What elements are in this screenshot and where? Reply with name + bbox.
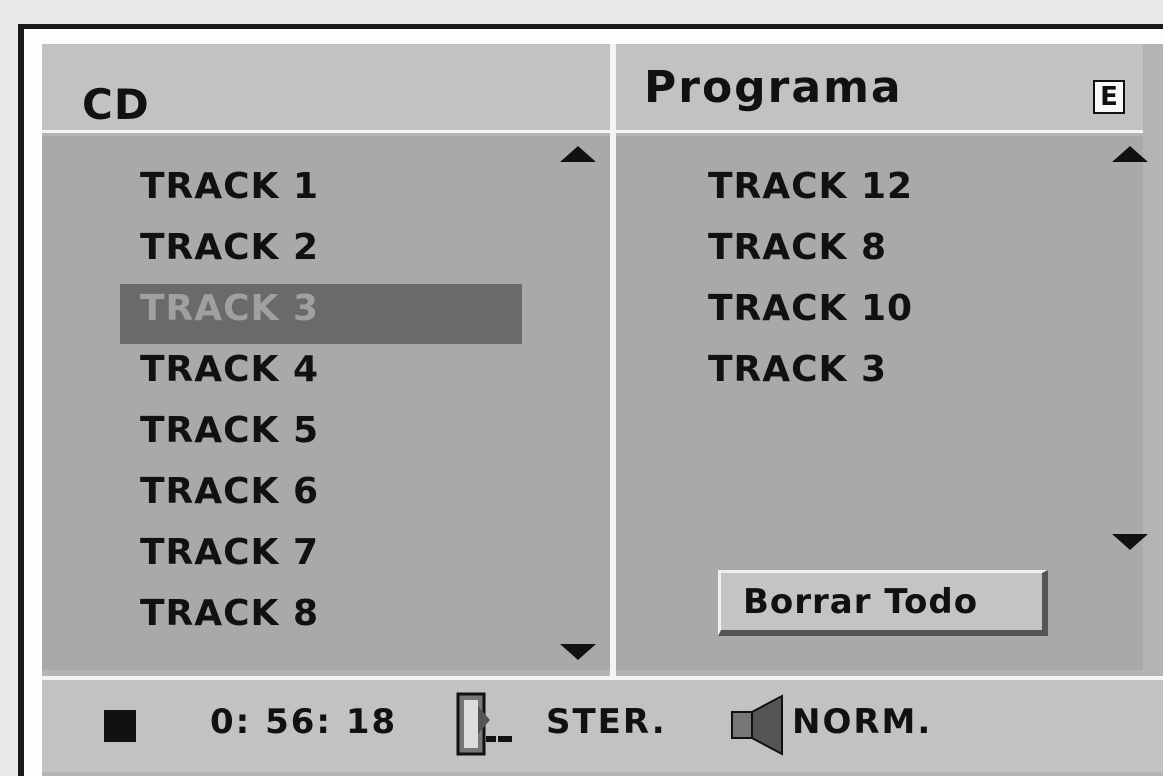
scroll-down-icon[interactable]	[560, 644, 596, 660]
volume-mode-label: NORM.	[792, 702, 933, 742]
speaker-icon	[731, 694, 783, 756]
clear-all-button[interactable]: Borrar Todo	[718, 570, 1048, 636]
menu-frame: CD Programa E TRACK 1 TRACK 2 TRACK 3 TR…	[42, 44, 1163, 776]
scroll-up-icon[interactable]	[560, 146, 596, 162]
program-track-item[interactable]: TRACK 8	[708, 217, 1108, 278]
cd-title: CD	[82, 80, 150, 129]
status-bar: 0: 56: 18 STER. NORM.	[42, 676, 1163, 772]
cd-track-item[interactable]: TRACK 6	[120, 461, 520, 522]
cd-track-item-selected[interactable]: TRACK 3	[120, 278, 522, 344]
program-track-list: TRACK 12 TRACK 8 TRACK 10 TRACK 3	[708, 156, 1108, 400]
program-scroll-down-icon[interactable]	[1112, 534, 1148, 550]
program-track-item[interactable]: TRACK 12	[708, 156, 1108, 217]
program-header: Programa E	[616, 44, 1143, 133]
cd-track-item[interactable]: TRACK 2	[120, 217, 520, 278]
elapsed-time: 0: 56: 18	[210, 702, 398, 742]
cd-track-pane: TRACK 1 TRACK 2 TRACK 3 TRACK 4 TRACK 5 …	[42, 136, 610, 670]
cd-track-item[interactable]: TRACK 5	[120, 400, 520, 461]
cd-program-screen: CD Programa E TRACK 1 TRACK 2 TRACK 3 TR…	[18, 24, 1163, 776]
cd-track-item[interactable]: TRACK 8	[120, 583, 520, 644]
program-track-item[interactable]: TRACK 3	[708, 339, 1108, 400]
cd-track-item[interactable]: TRACK 1	[120, 156, 520, 217]
stop-icon	[104, 710, 136, 742]
program-title: Programa	[644, 62, 903, 113]
cd-track-item[interactable]: TRACK 7	[120, 522, 520, 583]
cd-track-item[interactable]: TRACK 4	[120, 339, 520, 400]
cd-track-list: TRACK 1 TRACK 2 TRACK 3 TRACK 4 TRACK 5 …	[120, 156, 522, 644]
program-scroll-up-icon[interactable]	[1112, 146, 1148, 162]
edit-mode-badge[interactable]: E	[1093, 80, 1125, 114]
program-pane: TRACK 12 TRACK 8 TRACK 10 TRACK 3 Borrar…	[616, 136, 1148, 670]
audio-mode-label: STER.	[546, 702, 667, 742]
program-track-item[interactable]: TRACK 10	[708, 278, 1108, 339]
audio-channel-icon	[456, 692, 512, 756]
cd-header: CD	[42, 44, 610, 133]
